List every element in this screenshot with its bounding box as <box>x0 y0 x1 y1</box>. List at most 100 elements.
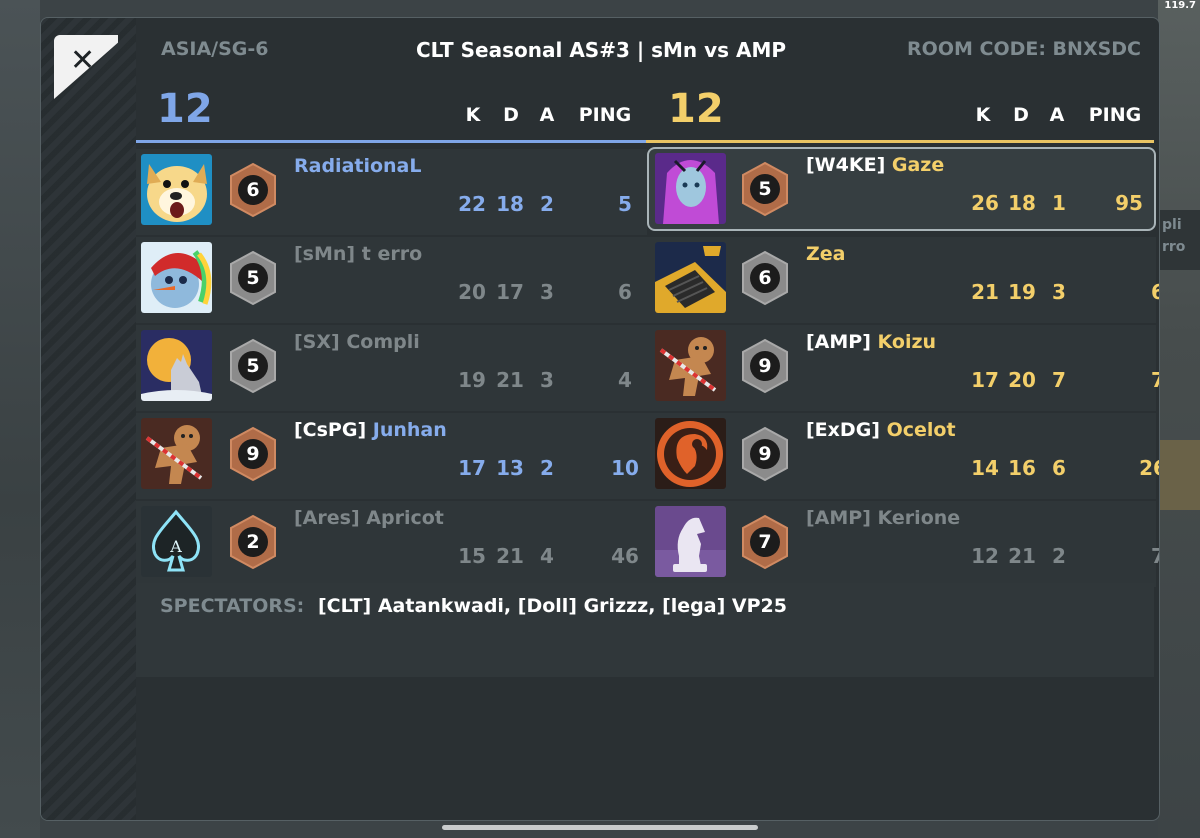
deaths: 17 <box>496 280 524 304</box>
scoreboard-panel: ✕ ASIA/SG-6 CLT Seasonal AS#3 | sMn vs A… <box>40 17 1160 821</box>
team1-score: 12 <box>157 86 213 132</box>
assists: 3 <box>1052 280 1066 304</box>
svg-text:A: A <box>169 537 182 556</box>
rank-badge-silver: 9 <box>739 338 791 394</box>
player-name: [sMn] t erro <box>294 243 423 265</box>
deaths: 18 <box>1008 191 1036 215</box>
background-scoreboard-sign: pli rro <box>1160 210 1200 270</box>
mecha-avatar <box>655 242 726 313</box>
deaths: 18 <box>496 192 524 216</box>
player-name: Zea <box>806 243 846 265</box>
spade-avatar: A <box>141 506 212 577</box>
rank-badge-bronze: 6 <box>227 162 279 218</box>
assists: 2 <box>1052 544 1066 568</box>
assists: 7 <box>1052 368 1066 392</box>
team2-col-ping: PING <box>1088 104 1142 126</box>
rank-badge-bronze: 9 <box>227 426 279 482</box>
rank-badge-silver: 5 <box>227 250 279 306</box>
team1-divider <box>136 140 647 143</box>
player-name: RadiationaL <box>294 155 422 177</box>
ping: 4 <box>618 368 632 392</box>
ping: 7 <box>1143 544 1159 568</box>
wolf-moon-avatar <box>141 330 212 401</box>
kills: 22 <box>458 192 486 216</box>
team2-score: 12 <box>668 86 724 132</box>
team2-divider <box>646 140 1154 143</box>
ping: 95 <box>1115 191 1143 215</box>
player-row[interactable]: 7 [AMP] Kerione 12 21 2 7 <box>647 501 1159 587</box>
player-row[interactable]: 6 RadiationaL 22 18 2 5 <box>136 149 647 235</box>
team1-col-ping: PING <box>578 104 632 126</box>
player-row[interactable]: 5 [SX] Compli 19 21 3 4 <box>136 325 647 411</box>
kills: 12 <box>971 544 999 568</box>
assists: 2 <box>540 192 554 216</box>
ping: 7 <box>1143 368 1159 392</box>
deaths: 19 <box>1008 280 1036 304</box>
assists: 2 <box>540 456 554 480</box>
deaths: 20 <box>1008 368 1036 392</box>
ram-emblem-avatar <box>655 418 726 489</box>
rank-badge-silver: 9 <box>739 426 791 482</box>
assists: 3 <box>540 280 554 304</box>
fps-counter: 119.7 <box>1164 0 1196 11</box>
spectators-bar: SPECTATORS: [CLT] Aatankwadi, [Doll] Gri… <box>136 583 1154 677</box>
rank-badge-bronze: 7 <box>739 514 791 570</box>
kills: 20 <box>458 280 486 304</box>
player-row[interactable]: 9 [ExDG] Ocelot 14 16 6 26 <box>647 413 1159 499</box>
player-name: [Ares] Apricot <box>294 507 444 529</box>
team2-col-a: A <box>1049 104 1065 126</box>
kills: 26 <box>971 191 999 215</box>
player-row[interactable]: 9 [CsPG] Junhan 17 13 2 10 <box>136 413 647 499</box>
panel-stripes <box>41 18 136 820</box>
team1-col-a: A <box>539 104 555 126</box>
assists: 1 <box>1052 191 1066 215</box>
ping: 5 <box>618 192 632 216</box>
player-name: [W4KE] Gaze <box>806 154 945 176</box>
deaths: 21 <box>496 368 524 392</box>
deaths: 16 <box>1008 456 1036 480</box>
assists: 3 <box>540 368 554 392</box>
game-background-left <box>0 0 40 838</box>
player-name: [CsPG] Junhan <box>294 419 447 441</box>
gingerbread-avatar <box>655 330 726 401</box>
kills: 21 <box>971 280 999 304</box>
assists: 6 <box>1052 456 1066 480</box>
deaths: 21 <box>1008 544 1036 568</box>
shiba-dog-avatar <box>141 154 212 225</box>
server-region: ASIA/SG-6 <box>161 38 269 60</box>
snowman-avatar <box>141 242 212 313</box>
team2-col-k: K <box>975 104 991 126</box>
player-name: [AMP] Kerione <box>806 507 961 529</box>
kills: 14 <box>971 456 999 480</box>
ping: 6 <box>1143 280 1159 304</box>
assists: 4 <box>540 544 554 568</box>
rank-badge-silver: 6 <box>739 250 791 306</box>
player-row[interactable]: A 2 [Ares] Apricot 15 21 4 46 <box>136 501 647 587</box>
player-row[interactable]: 5 [sMn] t erro 20 17 3 6 <box>136 237 647 323</box>
player-row-self[interactable]: 5 [W4KE] Gaze 26 18 1 95 <box>647 147 1156 231</box>
team1-col-d: D <box>503 104 519 126</box>
ping: 6 <box>618 280 632 304</box>
deaths: 21 <box>496 544 524 568</box>
player-row[interactable]: 6 Zea 21 19 3 6 <box>647 237 1159 323</box>
deaths: 13 <box>496 456 524 480</box>
team2-col-d: D <box>1013 104 1029 126</box>
match-title: CLT Seasonal AS#3 | sMn vs AMP <box>415 38 787 62</box>
rank-badge-bronze: 2 <box>227 514 279 570</box>
game-background-right <box>1158 0 1200 838</box>
player-name: [SX] Compli <box>294 331 420 353</box>
kills: 19 <box>458 368 486 392</box>
ping: 26 <box>1139 456 1159 480</box>
home-indicator[interactable] <box>442 825 758 830</box>
team1-col-k: K <box>465 104 481 126</box>
kills: 17 <box>971 368 999 392</box>
player-name: [ExDG] Ocelot <box>806 419 956 441</box>
ping: 46 <box>611 544 639 568</box>
gingerbread-avatar <box>141 418 212 489</box>
chess-knight-avatar <box>655 506 726 577</box>
spectators-label: SPECTATORS: <box>160 595 305 617</box>
spectators-list: [CLT] Aatankwadi, [Doll] Grizzz, [lega] … <box>318 595 787 617</box>
player-row[interactable]: 9 [AMP] Koizu 17 20 7 7 <box>647 325 1159 411</box>
player-name: [AMP] Koizu <box>806 331 937 353</box>
rank-badge-silver: 5 <box>227 338 279 394</box>
